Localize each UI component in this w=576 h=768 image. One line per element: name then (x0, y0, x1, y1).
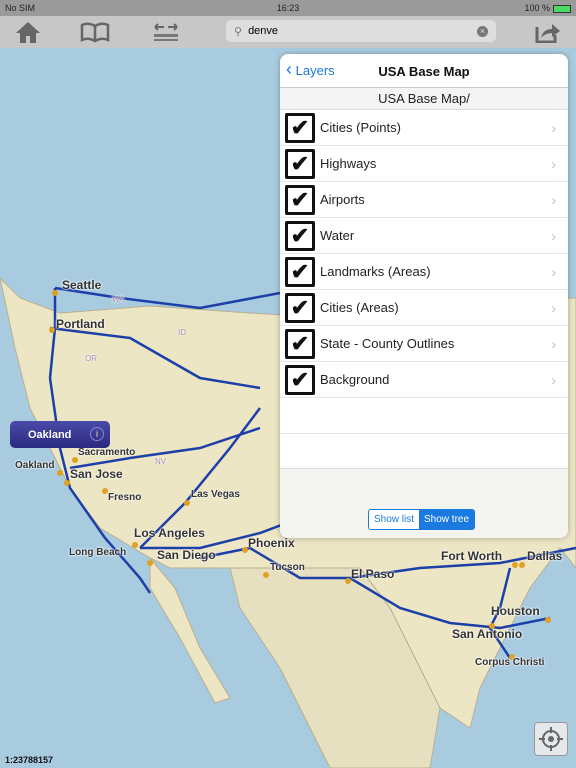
chevron-right-icon: › (551, 227, 556, 244)
home-icon (16, 22, 40, 43)
layer-checkbox[interactable]: ✔ (285, 364, 315, 395)
state-label: OR (85, 354, 97, 363)
layer-label: Landmarks (Areas) (320, 264, 431, 279)
layer-label: Water (320, 228, 355, 243)
status-bar: No SIM 16:23 100 % (0, 0, 576, 16)
layer-row[interactable]: ✔ Cities (Areas) › (280, 290, 568, 326)
book-icon (80, 22, 110, 43)
bookmarks-button[interactable] (80, 19, 110, 45)
layer-label: Cities (Areas) (320, 300, 399, 315)
layer-checkbox[interactable]: ✔ (285, 256, 315, 287)
city-label[interactable]: Fort Worth (441, 549, 502, 563)
city-label[interactable]: Seattle (62, 278, 101, 292)
layer-path: USA Base Map/ (280, 88, 568, 110)
layer-label: Background (320, 372, 390, 387)
state-label: NV (155, 457, 167, 466)
view-mode-segmented-control: Show list Show tree (368, 509, 476, 530)
locate-button[interactable] (534, 722, 568, 756)
carrier: No SIM (5, 3, 36, 13)
layer-checkbox[interactable]: ✔ (285, 148, 315, 179)
city-label[interactable]: El Paso (351, 567, 394, 581)
city-label[interactable]: Corpus Christi (475, 657, 544, 668)
map-scale: 1:23788157 (5, 755, 54, 765)
clear-search-button[interactable]: × (477, 25, 488, 37)
clock: 16:23 (276, 3, 300, 13)
city-label[interactable]: San Diego (157, 548, 216, 562)
city-label[interactable]: Los Angeles (134, 526, 205, 540)
callout-label: Oakland (28, 428, 72, 441)
search-input[interactable] (248, 25, 477, 37)
layer-label: Highways (320, 156, 377, 171)
city-label[interactable]: San Antonio (452, 627, 522, 641)
share-button[interactable] (533, 19, 563, 45)
layer-checkbox[interactable]: ✔ (285, 292, 315, 323)
layer-checkbox[interactable]: ✔ (285, 184, 315, 215)
chevron-right-icon: › (551, 119, 556, 136)
chevron-right-icon: › (551, 335, 556, 352)
back-button[interactable]: ‹ Layers (286, 60, 335, 78)
city-label[interactable]: San Jose (70, 467, 123, 481)
map-callout[interactable]: Oakland i (10, 421, 110, 448)
layer-row[interactable]: ✔ State - County Outlines › (280, 326, 568, 362)
toolbar: ⚲ × (0, 16, 576, 48)
city-label[interactable]: Tucson (270, 562, 305, 573)
layer-row[interactable]: ✔ Landmarks (Areas) › (280, 254, 568, 290)
city-label[interactable]: Dallas (527, 549, 562, 563)
search-field[interactable]: ⚲ × (226, 20, 496, 42)
show-list-button[interactable]: Show list (369, 510, 420, 529)
city-label[interactable]: Las Vegas (191, 489, 240, 500)
chevron-right-icon: › (551, 155, 556, 172)
layer-checkbox[interactable]: ✔ (285, 328, 315, 359)
city-label[interactable]: Oakland (15, 460, 54, 471)
layer-checkbox[interactable]: ✔ (285, 112, 315, 143)
home-button[interactable] (13, 19, 43, 45)
city-label[interactable]: Fresno (108, 492, 141, 503)
battery-text: 100 % (524, 3, 550, 13)
city-label[interactable]: Portland (56, 317, 105, 331)
chevron-left-icon: ‹ (286, 59, 292, 79)
swap-button[interactable] (151, 19, 181, 45)
chevron-right-icon: › (551, 371, 556, 388)
search-icon: ⚲ (234, 25, 243, 38)
popover-footer: Show list Show tree (280, 468, 568, 538)
layer-checkbox[interactable]: ✔ (285, 220, 315, 251)
battery-icon (553, 4, 571, 13)
layer-label: Airports (320, 192, 365, 207)
layer-row[interactable]: ✔ Water › (280, 218, 568, 254)
layer-row[interactable]: ✔ Cities (Points) › (280, 110, 568, 146)
chevron-right-icon: › (551, 263, 556, 280)
share-icon (535, 24, 560, 43)
layer-label: State - County Outlines (320, 336, 455, 351)
crosshair-icon (539, 727, 563, 751)
info-icon[interactable]: i (90, 427, 104, 441)
baja (149, 556, 231, 704)
empty-row (280, 434, 568, 470)
layer-row[interactable]: ✔ Highways › (280, 146, 568, 182)
city-label[interactable]: Long Beach (69, 547, 126, 558)
show-tree-button[interactable]: Show tree (419, 510, 475, 529)
empty-row (280, 398, 568, 434)
state-label: ID (178, 328, 186, 337)
layers-popover: ‹ Layers USA Base Map USA Base Map/ ✔ Cit… (280, 54, 568, 538)
chevron-right-icon: › (551, 299, 556, 316)
state-label: WA (112, 295, 125, 304)
layer-row[interactable]: ✔ Background › (280, 362, 568, 398)
layer-row[interactable]: ✔ Airports › (280, 182, 568, 218)
city-label[interactable]: Sacramento (78, 447, 135, 458)
swap-icon (154, 23, 178, 41)
layer-label: Cities (Points) (320, 120, 401, 135)
city-label[interactable]: Houston (491, 604, 540, 618)
city-label[interactable]: Phoenix (248, 536, 295, 550)
chevron-right-icon: › (551, 191, 556, 208)
back-label: Layers (295, 63, 335, 78)
